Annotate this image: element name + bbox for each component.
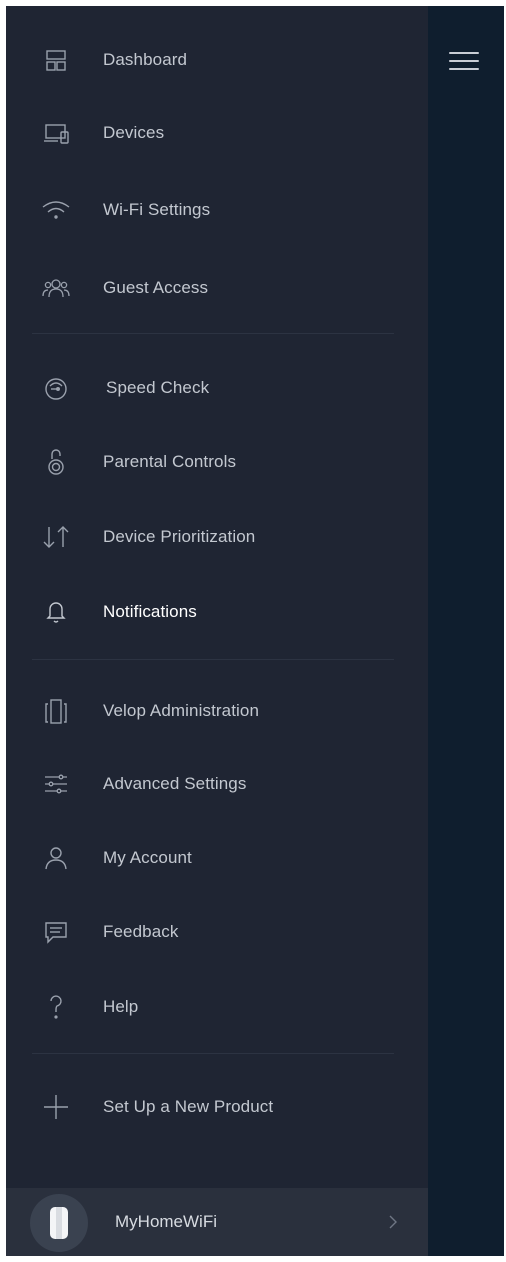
menu-item-label: Dashboard (103, 50, 188, 69)
menu-item-label: Parental Controls (103, 452, 237, 471)
user-icon (40, 842, 72, 874)
menu-item-label: Feedback (103, 922, 179, 941)
menu-item-my-account[interactable]: My Account (6, 830, 428, 886)
menu-item-devices[interactable]: Devices (6, 105, 428, 161)
menu-item-device-prioritization[interactable]: Device Prioritization (6, 509, 428, 565)
speedometer-icon (40, 372, 72, 404)
menu-item-label: Velop Administration (103, 701, 260, 720)
question-mark-icon (40, 991, 72, 1023)
menu-item-advanced-settings[interactable]: Advanced Settings (6, 756, 428, 812)
app-frame: Dashboard Devices Wi-Fi Settings Guest A… (6, 6, 504, 1256)
menu-item-label: Notifications (103, 602, 197, 621)
menu-item-label: My Account (103, 848, 192, 867)
menu-item-label: Help (103, 997, 139, 1016)
plus-icon (40, 1091, 72, 1123)
priority-arrows-icon (40, 521, 72, 553)
menu-item-label: Devices (103, 123, 165, 142)
menu-item-feedback[interactable]: Feedback (6, 904, 428, 960)
hamburger-menu-icon[interactable] (449, 50, 479, 72)
guest-access-icon (40, 272, 72, 304)
menu-item-velop-administration[interactable]: Velop Administration (6, 683, 428, 739)
network-name: MyHomeWiFi (115, 1212, 217, 1231)
menu-item-label: Device Prioritization (103, 527, 256, 546)
menu-item-dashboard[interactable]: Dashboard (6, 32, 428, 88)
menu-item-wifi-settings[interactable]: Wi-Fi Settings (6, 182, 428, 238)
menu-item-speed-check[interactable]: Speed Check (6, 360, 428, 416)
velop-node-avatar-icon (50, 1207, 68, 1239)
menu-divider (32, 1053, 394, 1054)
feedback-bubble-icon (40, 916, 72, 948)
menu-item-label: Advanced Settings (103, 774, 247, 793)
network-avatar (30, 1194, 88, 1252)
velop-node-icon (40, 695, 72, 727)
menu-item-label: Guest Access (103, 278, 209, 297)
navigation-drawer: Dashboard Devices Wi-Fi Settings Guest A… (6, 6, 428, 1256)
network-selector[interactable]: MyHomeWiFi (6, 1188, 428, 1256)
menu-item-label: Speed Check (106, 378, 210, 397)
bell-icon (40, 596, 72, 628)
menu-item-parental-controls[interactable]: Parental Controls (6, 434, 428, 490)
menu-item-label: Set Up a New Product (103, 1097, 274, 1116)
devices-icon (40, 117, 72, 149)
dashboard-icon (40, 44, 72, 76)
menu-item-label: Wi-Fi Settings (103, 200, 211, 219)
chevron-right-icon (387, 1212, 399, 1232)
menu-divider (32, 659, 394, 660)
menu-item-notifications[interactable]: Notifications (6, 584, 428, 640)
wifi-icon (40, 194, 72, 226)
menu-item-help[interactable]: Help (6, 979, 428, 1035)
menu-item-set-up-new-product[interactable]: Set Up a New Product (6, 1079, 428, 1135)
menu-item-guest-access[interactable]: Guest Access (6, 260, 428, 316)
parental-lock-icon (40, 446, 72, 478)
menu-divider (32, 333, 394, 334)
sliders-icon (40, 768, 72, 800)
content-panel (428, 6, 504, 1256)
